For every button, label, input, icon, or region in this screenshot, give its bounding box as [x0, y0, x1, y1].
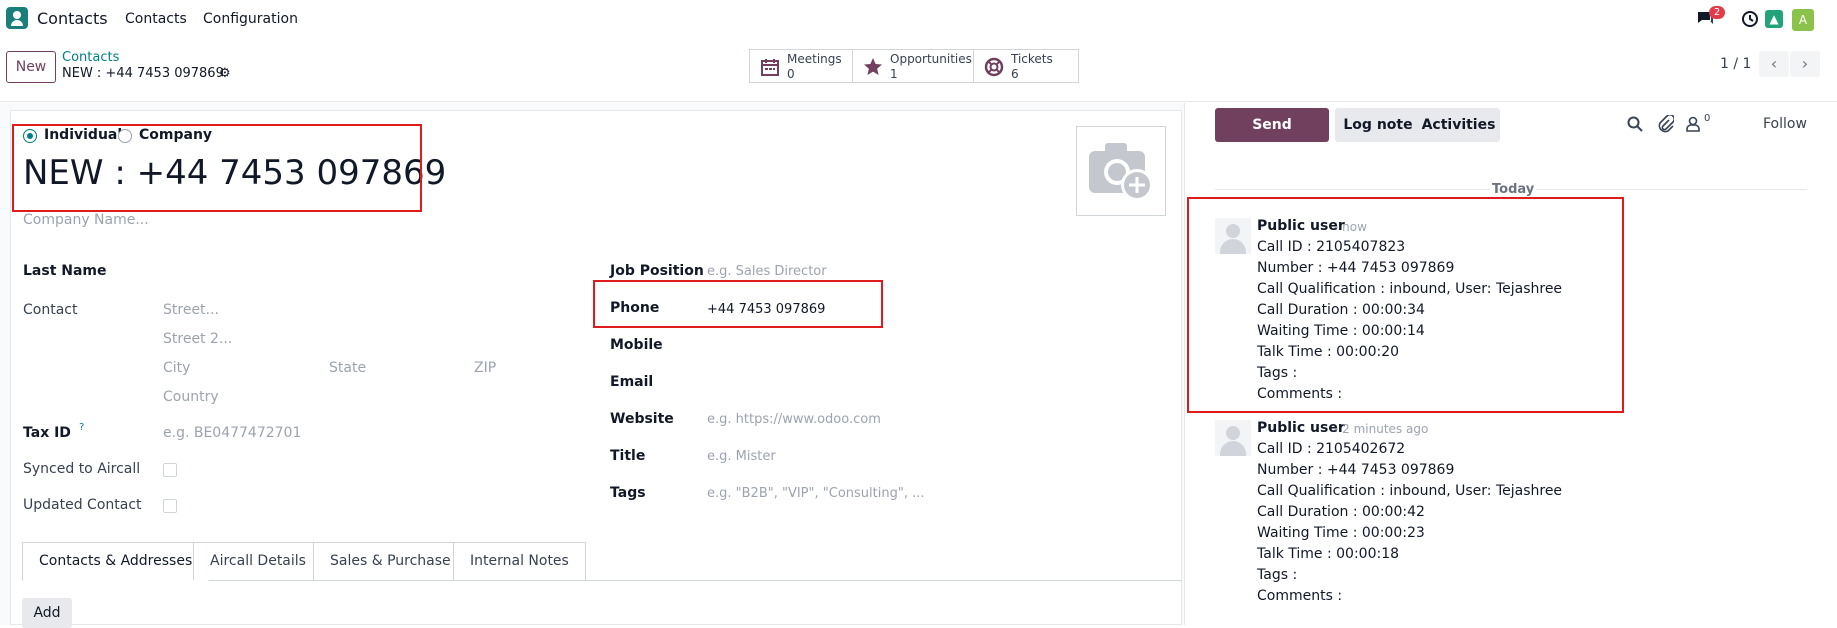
tab-contacts-addresses[interactable]: Contacts & Addresses: [22, 542, 210, 581]
followers-icon[interactable]: [1686, 116, 1700, 136]
message-line: Comments :: [1257, 588, 1343, 604]
follow-button[interactable]: Follow: [1763, 116, 1807, 132]
contacts-app-icon[interactable]: [6, 7, 28, 29]
menu-configuration[interactable]: Configuration: [203, 11, 298, 27]
email-label: Email: [610, 374, 654, 390]
zip-input[interactable]: ZIP: [474, 360, 496, 376]
message-line: Number : +44 7453 097869: [1257, 462, 1455, 478]
company-name-input[interactable]: Company Name...: [23, 212, 149, 228]
meetings-smart-button[interactable]: Meetings 0: [749, 49, 853, 83]
highlight-phone-box: [593, 280, 883, 328]
job-position-input[interactable]: e.g. Sales Director: [707, 264, 827, 279]
website-label: Website: [610, 411, 674, 427]
state-input[interactable]: State: [329, 360, 366, 376]
star-icon: [863, 57, 883, 77]
title-label: Title: [610, 448, 646, 464]
tab-internal-notes[interactable]: Internal Notes: [453, 542, 586, 580]
tab-aircall-details[interactable]: Aircall Details: [193, 542, 323, 580]
app-name[interactable]: Contacts: [37, 9, 108, 28]
country-input[interactable]: Country: [163, 389, 219, 405]
breadcrumb-contacts[interactable]: Contacts: [62, 50, 119, 65]
odoo-bot-icon[interactable]: ▲: [1765, 10, 1783, 28]
synced-aircall-label: Synced to Aircall: [23, 461, 141, 477]
pager-value[interactable]: 1 / 1: [1720, 56, 1751, 72]
street-input[interactable]: Street...: [163, 302, 219, 318]
new-button[interactable]: New: [6, 51, 56, 83]
image-upload[interactable]: [1076, 126, 1166, 216]
messages-badge: 2: [1709, 6, 1725, 19]
today-label: Today: [1490, 182, 1537, 197]
message-author[interactable]: Public user: [1257, 420, 1345, 436]
pager-previous-button[interactable]: ‹: [1759, 51, 1789, 77]
city-input[interactable]: City: [163, 360, 190, 376]
website-input[interactable]: e.g. https://www.odoo.com: [707, 412, 881, 427]
tickets-smart-button[interactable]: Tickets 6: [973, 49, 1079, 83]
message-line: Call Duration : 00:00:42: [1257, 504, 1425, 520]
log-note-button[interactable]: Log note: [1335, 108, 1421, 142]
message-time: - 2 minutes ago: [1334, 422, 1429, 436]
tax-id-help[interactable]: ?: [79, 422, 84, 433]
camera-plus-icon: [1089, 143, 1153, 201]
tab-sales-purchase[interactable]: Sales & Purchase: [313, 542, 468, 580]
paperclip-icon[interactable]: [1658, 113, 1676, 137]
breadcrumb-current: NEW : +44 7453 097869: [62, 66, 224, 81]
add-button[interactable]: Add: [22, 598, 72, 628]
message-line: Waiting Time : 00:00:23: [1257, 525, 1425, 541]
highlight-message-box: [1187, 197, 1624, 413]
lifebuoy-icon: [984, 57, 1004, 77]
menu-contacts[interactable]: Contacts: [125, 11, 187, 27]
avatar[interactable]: [1215, 420, 1251, 456]
tags-input[interactable]: e.g. "B2B", "VIP", "Consulting", ...: [707, 486, 924, 501]
updated-contact-label: Updated Contact: [23, 497, 142, 513]
contact-label: Contact: [23, 302, 78, 318]
tax-id-label: Tax ID: [23, 425, 71, 441]
calendar-icon: [760, 57, 780, 77]
message-line: Call Qualification : inbound, User: Teja…: [1257, 483, 1563, 499]
activities-button[interactable]: Activities: [1417, 108, 1500, 142]
tags-label: Tags: [610, 485, 646, 501]
clock-icon[interactable]: [1741, 10, 1759, 32]
user-avatar[interactable]: A: [1792, 9, 1814, 31]
synced-aircall-checkbox[interactable]: [163, 463, 177, 477]
title-input[interactable]: e.g. Mister: [707, 449, 776, 464]
top-navbar: Contacts Contacts Configuration 2 ▲ A: [0, 0, 1837, 38]
tax-id-input[interactable]: e.g. BE0477472701: [163, 425, 301, 441]
job-position-label: Job Position: [610, 263, 704, 279]
last-name-label: Last Name: [23, 263, 107, 279]
control-panel: New Contacts NEW : +44 7453 097869 ⚙ Mee…: [0, 38, 1837, 102]
followers-count: 0: [1704, 113, 1711, 124]
highlight-name-box: [12, 124, 422, 212]
gear-icon[interactable]: ⚙: [219, 66, 231, 81]
send-message-button[interactable]: Send message: [1215, 108, 1329, 167]
pager-next-button[interactable]: ›: [1790, 51, 1820, 77]
mobile-label: Mobile: [610, 337, 663, 353]
message-line: Tags :: [1257, 567, 1298, 583]
message-line: Talk Time : 00:00:18: [1257, 546, 1400, 562]
message-line: Call ID : 2105402672: [1257, 441, 1406, 457]
street2-input[interactable]: Street 2...: [163, 331, 232, 347]
updated-contact-checkbox[interactable]: [163, 499, 177, 513]
opportunities-smart-button[interactable]: Opportunities 1: [852, 49, 974, 83]
search-icon[interactable]: [1627, 116, 1643, 136]
